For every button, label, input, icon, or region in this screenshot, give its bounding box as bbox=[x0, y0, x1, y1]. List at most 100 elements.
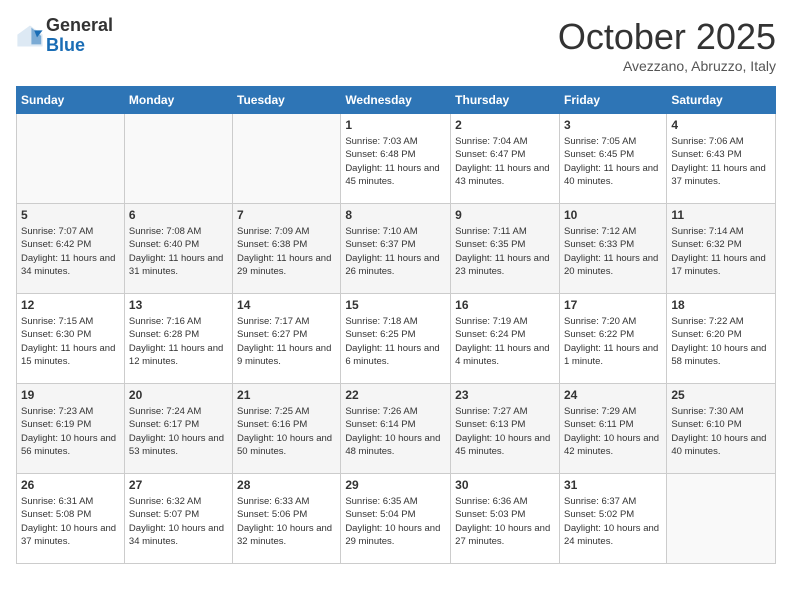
day-info: Sunrise: 7:14 AM Sunset: 6:32 PM Dayligh… bbox=[671, 225, 771, 278]
day-info: Sunrise: 7:20 AM Sunset: 6:22 PM Dayligh… bbox=[564, 315, 662, 368]
calendar-cell: 18 Sunrise: 7:22 AM Sunset: 6:20 PM Dayli… bbox=[667, 294, 776, 384]
day-info: Sunrise: 7:30 AM Sunset: 6:10 PM Dayligh… bbox=[671, 405, 771, 458]
day-info: Sunrise: 7:18 AM Sunset: 6:25 PM Dayligh… bbox=[345, 315, 446, 368]
calendar-cell: 24Sunrise: 7:29 AM Sunset: 6:11 PM Dayli… bbox=[559, 384, 666, 474]
weekday-header-wednesday: Wednesday bbox=[341, 87, 451, 114]
day-info: Sunrise: 7:04 AM Sunset: 6:47 PM Dayligh… bbox=[455, 135, 555, 188]
calendar-cell bbox=[124, 114, 232, 204]
location-subtitle: Avezzano, Abruzzo, Italy bbox=[558, 58, 776, 74]
day-number: 21 bbox=[237, 388, 336, 402]
calendar-cell bbox=[17, 114, 125, 204]
day-number: 19 bbox=[21, 388, 120, 402]
day-info: Sunrise: 7:23 AM Sunset: 6:19 PM Dayligh… bbox=[21, 405, 120, 458]
logo-text: General Blue bbox=[46, 16, 113, 56]
calendar-cell: 12 Sunrise: 7:15 AM Sunset: 6:30 PM Dayli… bbox=[17, 294, 125, 384]
logo-general: General bbox=[46, 16, 113, 36]
calendar-cell: 4 Sunrise: 7:06 AM Sunset: 6:43 PM Daylig… bbox=[667, 114, 776, 204]
calendar-cell: 5 Sunrise: 7:07 AM Sunset: 6:42 PM Daylig… bbox=[17, 204, 125, 294]
day-number: 28 bbox=[237, 478, 336, 492]
logo-blue: Blue bbox=[46, 36, 113, 56]
day-number: 12 bbox=[21, 298, 120, 312]
day-info: Sunrise: 7:09 AM Sunset: 6:38 PM Dayligh… bbox=[237, 225, 336, 278]
calendar-cell: 30 Sunrise: 6:36 AM Sunset: 5:03 PM Dayli… bbox=[451, 474, 560, 564]
calendar-table: SundayMondayTuesdayWednesdayThursdayFrid… bbox=[16, 86, 776, 564]
day-number: 8 bbox=[345, 208, 446, 222]
logo-icon bbox=[16, 22, 44, 50]
day-info: Sunrise: 7:11 AM Sunset: 6:35 PM Dayligh… bbox=[455, 225, 555, 278]
day-number: 13 bbox=[129, 298, 228, 312]
day-number: 24 bbox=[564, 388, 662, 402]
weekday-header-friday: Friday bbox=[559, 87, 666, 114]
calendar-cell: 31Sunrise: 6:37 AM Sunset: 5:02 PM Dayli… bbox=[559, 474, 666, 564]
day-info: Sunrise: 7:24 AM Sunset: 6:17 PM Dayligh… bbox=[129, 405, 228, 458]
calendar-cell: 6Sunrise: 7:08 AM Sunset: 6:40 PM Daylig… bbox=[124, 204, 232, 294]
day-number: 7 bbox=[237, 208, 336, 222]
day-info: Sunrise: 6:36 AM Sunset: 5:03 PM Dayligh… bbox=[455, 495, 555, 548]
calendar-cell: 28 Sunrise: 6:33 AM Sunset: 5:06 PM Dayli… bbox=[233, 474, 341, 564]
day-info: Sunrise: 7:08 AM Sunset: 6:40 PM Dayligh… bbox=[129, 225, 228, 278]
calendar-cell: 11 Sunrise: 7:14 AM Sunset: 6:32 PM Dayli… bbox=[667, 204, 776, 294]
day-info: Sunrise: 7:27 AM Sunset: 6:13 PM Dayligh… bbox=[455, 405, 555, 458]
month-title: October 2025 bbox=[558, 16, 776, 58]
day-info: Sunrise: 7:10 AM Sunset: 6:37 PM Dayligh… bbox=[345, 225, 446, 278]
calendar-cell: 7 Sunrise: 7:09 AM Sunset: 6:38 PM Daylig… bbox=[233, 204, 341, 294]
day-number: 18 bbox=[671, 298, 771, 312]
day-number: 14 bbox=[237, 298, 336, 312]
day-number: 5 bbox=[21, 208, 120, 222]
day-number: 17 bbox=[564, 298, 662, 312]
calendar-cell: 9Sunrise: 7:11 AM Sunset: 6:35 PM Daylig… bbox=[451, 204, 560, 294]
day-info: Sunrise: 6:33 AM Sunset: 5:06 PM Dayligh… bbox=[237, 495, 336, 548]
day-number: 30 bbox=[455, 478, 555, 492]
day-number: 25 bbox=[671, 388, 771, 402]
calendar-cell: 3Sunrise: 7:05 AM Sunset: 6:45 PM Daylig… bbox=[559, 114, 666, 204]
calendar-cell bbox=[233, 114, 341, 204]
day-info: Sunrise: 7:22 AM Sunset: 6:20 PM Dayligh… bbox=[671, 315, 771, 368]
day-info: Sunrise: 7:26 AM Sunset: 6:14 PM Dayligh… bbox=[345, 405, 446, 458]
day-number: 26 bbox=[21, 478, 120, 492]
day-info: Sunrise: 7:19 AM Sunset: 6:24 PM Dayligh… bbox=[455, 315, 555, 368]
weekday-row: SundayMondayTuesdayWednesdayThursdayFrid… bbox=[17, 87, 776, 114]
calendar-cell: 15 Sunrise: 7:18 AM Sunset: 6:25 PM Dayli… bbox=[341, 294, 451, 384]
day-number: 22 bbox=[345, 388, 446, 402]
weekday-header-sunday: Sunday bbox=[17, 87, 125, 114]
calendar-cell: 20 Sunrise: 7:24 AM Sunset: 6:17 PM Dayli… bbox=[124, 384, 232, 474]
day-number: 11 bbox=[671, 208, 771, 222]
day-number: 29 bbox=[345, 478, 446, 492]
calendar-cell bbox=[667, 474, 776, 564]
day-number: 3 bbox=[564, 118, 662, 132]
weekday-header-monday: Monday bbox=[124, 87, 232, 114]
day-info: Sunrise: 7:07 AM Sunset: 6:42 PM Dayligh… bbox=[21, 225, 120, 278]
weekday-header-thursday: Thursday bbox=[451, 87, 560, 114]
calendar-cell: 10Sunrise: 7:12 AM Sunset: 6:33 PM Dayli… bbox=[559, 204, 666, 294]
weekday-header-tuesday: Tuesday bbox=[233, 87, 341, 114]
calendar-cell: 14 Sunrise: 7:17 AM Sunset: 6:27 PM Dayli… bbox=[233, 294, 341, 384]
calendar-week-2: 5 Sunrise: 7:07 AM Sunset: 6:42 PM Daylig… bbox=[17, 204, 776, 294]
calendar-cell: 17 Sunrise: 7:20 AM Sunset: 6:22 PM Dayli… bbox=[559, 294, 666, 384]
day-info: Sunrise: 7:15 AM Sunset: 6:30 PM Dayligh… bbox=[21, 315, 120, 368]
calendar-week-5: 26 Sunrise: 6:31 AM Sunset: 5:08 PM Dayli… bbox=[17, 474, 776, 564]
calendar-body: 1Sunrise: 7:03 AM Sunset: 6:48 PM Daylig… bbox=[17, 114, 776, 564]
day-info: Sunrise: 7:12 AM Sunset: 6:33 PM Dayligh… bbox=[564, 225, 662, 278]
logo: General Blue bbox=[16, 16, 113, 56]
day-number: 15 bbox=[345, 298, 446, 312]
calendar-week-1: 1Sunrise: 7:03 AM Sunset: 6:48 PM Daylig… bbox=[17, 114, 776, 204]
title-block: October 2025 Avezzano, Abruzzo, Italy bbox=[558, 16, 776, 74]
day-info: Sunrise: 7:17 AM Sunset: 6:27 PM Dayligh… bbox=[237, 315, 336, 368]
day-number: 4 bbox=[671, 118, 771, 132]
day-number: 27 bbox=[129, 478, 228, 492]
day-number: 20 bbox=[129, 388, 228, 402]
day-number: 16 bbox=[455, 298, 555, 312]
calendar-cell: 29Sunrise: 6:35 AM Sunset: 5:04 PM Dayli… bbox=[341, 474, 451, 564]
day-info: Sunrise: 7:25 AM Sunset: 6:16 PM Dayligh… bbox=[237, 405, 336, 458]
calendar-cell: 19 Sunrise: 7:23 AM Sunset: 6:19 PM Dayli… bbox=[17, 384, 125, 474]
calendar-cell: 16 Sunrise: 7:19 AM Sunset: 6:24 PM Dayli… bbox=[451, 294, 560, 384]
day-info: Sunrise: 6:37 AM Sunset: 5:02 PM Dayligh… bbox=[564, 495, 662, 548]
calendar-cell: 2Sunrise: 7:04 AM Sunset: 6:47 PM Daylig… bbox=[451, 114, 560, 204]
calendar-header: SundayMondayTuesdayWednesdayThursdayFrid… bbox=[17, 87, 776, 114]
day-info: Sunrise: 6:32 AM Sunset: 5:07 PM Dayligh… bbox=[129, 495, 228, 548]
day-info: Sunrise: 6:31 AM Sunset: 5:08 PM Dayligh… bbox=[21, 495, 120, 548]
calendar-week-3: 12 Sunrise: 7:15 AM Sunset: 6:30 PM Dayli… bbox=[17, 294, 776, 384]
day-info: Sunrise: 7:03 AM Sunset: 6:48 PM Dayligh… bbox=[345, 135, 446, 188]
calendar-cell: 27 Sunrise: 6:32 AM Sunset: 5:07 PM Dayli… bbox=[124, 474, 232, 564]
day-info: Sunrise: 7:06 AM Sunset: 6:43 PM Dayligh… bbox=[671, 135, 771, 188]
